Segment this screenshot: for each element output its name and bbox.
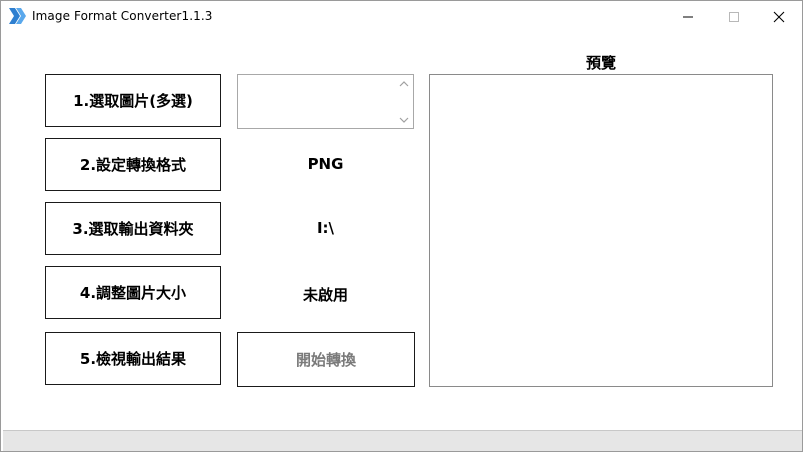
resize-images-button[interactable]: 4.調整圖片大小 <box>45 266 221 319</box>
start-convert-button[interactable]: 開始轉換 <box>237 332 415 387</box>
format-value: PNG <box>307 155 344 173</box>
selected-files-list[interactable] <box>237 74 414 129</box>
close-icon <box>773 11 785 22</box>
window-title: Image Format Converter1.1.3 <box>32 9 213 23</box>
preview-title: 預覽 <box>585 54 616 72</box>
set-format-button[interactable]: 2.設定轉換格式 <box>45 138 221 191</box>
maximize-icon <box>729 11 739 22</box>
resize-status-value: 未啟用 <box>302 286 348 304</box>
app-icon <box>9 8 26 24</box>
status-bar <box>3 430 802 451</box>
maximize-button[interactable] <box>711 1 757 32</box>
minimize-button[interactable] <box>665 1 711 32</box>
output-folder-value: I:\ <box>316 219 335 237</box>
minimize-icon <box>683 16 693 17</box>
scroll-down-icon[interactable] <box>399 116 409 124</box>
view-results-button[interactable]: 5.檢視輸出結果 <box>45 332 221 385</box>
title-bar[interactable]: Image Format Converter1.1.3 <box>1 1 802 32</box>
preview-pane <box>429 74 773 387</box>
select-images-button[interactable]: 1.選取圖片(多選) <box>45 74 221 127</box>
scroll-up-icon[interactable] <box>399 80 409 88</box>
app-window: Image Format Converter1.1.3 1.選取圖片(多選) 2… <box>0 0 803 452</box>
close-button[interactable] <box>756 1 802 32</box>
select-output-folder-button[interactable]: 3.選取輸出資料夾 <box>45 202 221 255</box>
